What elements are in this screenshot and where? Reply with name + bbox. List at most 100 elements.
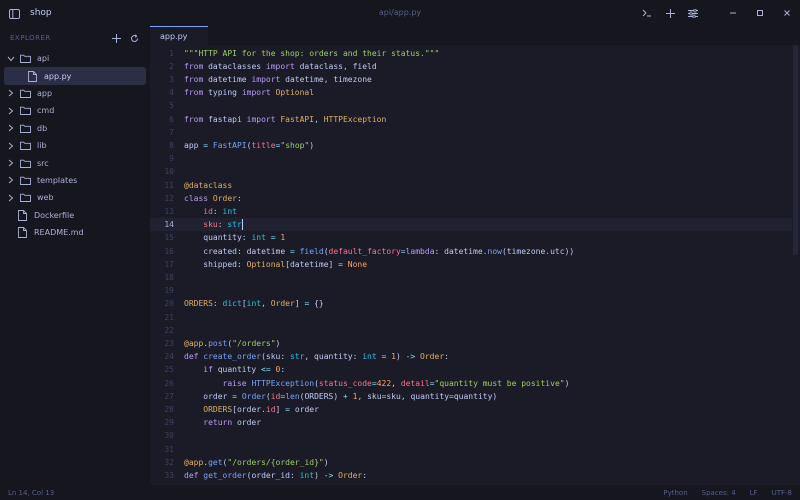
code-line[interactable]: 11 @dataclass bbox=[150, 179, 792, 192]
code-line[interactable]: 13 id: int bbox=[150, 205, 792, 218]
tab-app-py[interactable]: app.py bbox=[150, 26, 208, 45]
code-line[interactable]: 15 quantity: int = 1 bbox=[150, 231, 792, 244]
code-token: int bbox=[246, 299, 262, 309]
code-line[interactable]: 3 from datetime import datetime, timezone bbox=[150, 73, 792, 86]
code-line[interactable]: 32 @app.get("/orders/{order_id}") bbox=[150, 456, 792, 469]
new-item-button[interactable] bbox=[108, 30, 124, 46]
code-line[interactable]: 33 def get_order(order_id: int) -> Order: bbox=[150, 469, 792, 482]
tree-item-app-py[interactable]: app.py bbox=[4, 67, 146, 85]
code-token: FastAPI bbox=[280, 114, 315, 124]
code-text: ORDERS: dict[int, Order] = {} bbox=[184, 297, 324, 310]
code-line[interactable]: 24 def create_order(sku: str, quantity: i… bbox=[150, 350, 792, 363]
code-line[interactable]: 23 @app.post("/orders") bbox=[150, 337, 792, 350]
tree-item-readme-md[interactable]: README.md bbox=[0, 224, 150, 241]
tree-item-lib[interactable]: lib bbox=[0, 137, 150, 154]
file-tree: api app.py app cmd db lib src templates web Docke… bbox=[0, 50, 150, 241]
code-token: import bbox=[265, 61, 300, 71]
new-file-button[interactable] bbox=[659, 2, 681, 24]
tree-item-label: Dockerfile bbox=[34, 210, 75, 220]
code-token: = bbox=[338, 259, 348, 269]
close-button[interactable] bbox=[773, 0, 800, 26]
line-ending[interactable]: LF bbox=[750, 489, 758, 497]
code-text: ORDERS[order.id] = order bbox=[184, 403, 319, 416]
code-token: [order. bbox=[232, 404, 266, 414]
code-line[interactable]: 29 return order bbox=[150, 416, 792, 429]
terminal-button[interactable] bbox=[636, 2, 658, 24]
tree-item-db[interactable]: db bbox=[0, 120, 150, 137]
language-mode[interactable]: Python bbox=[663, 489, 687, 497]
code-line[interactable]: 4 from typing import Optional bbox=[150, 86, 792, 99]
tree-item-src[interactable]: src bbox=[0, 154, 150, 171]
line-number: 8 bbox=[169, 140, 174, 150]
code-line[interactable]: 6 from fastapi import FastAPI, HTTPExcept… bbox=[150, 113, 792, 126]
editor-scrollbar[interactable] bbox=[793, 45, 798, 255]
file-encoding[interactable]: UTF-8 bbox=[772, 489, 792, 497]
code-token: def bbox=[184, 470, 204, 480]
code-token: (ORDERS) bbox=[299, 391, 344, 401]
code-line[interactable]: 5 bbox=[150, 99, 792, 112]
code-line[interactable]: 17 shipped: Optional[datetime] = None bbox=[150, 258, 792, 271]
code-line[interactable]: 8 app = FastAPI(title="shop") bbox=[150, 139, 792, 152]
code-line[interactable]: 27 order = Order(id=len(ORDERS) + 1, sku… bbox=[150, 390, 792, 403]
tree-item-web[interactable]: web bbox=[0, 189, 150, 206]
code-token: = bbox=[203, 140, 213, 150]
code-text: """HTTP API for the shop: orders and the… bbox=[184, 47, 439, 60]
code-line[interactable]: 2 from dataclasses import dataclass, fiel… bbox=[150, 60, 792, 73]
code-line[interactable]: 31 bbox=[150, 443, 792, 456]
code-token: None bbox=[347, 259, 368, 269]
code-token: from bbox=[184, 74, 209, 84]
code-token: HTTPException bbox=[251, 378, 315, 388]
refresh-button[interactable] bbox=[126, 30, 142, 46]
code-text: return order bbox=[184, 416, 261, 429]
code-line[interactable]: 9 bbox=[150, 152, 792, 165]
code-line[interactable]: 22 bbox=[150, 324, 792, 337]
code-token: Order bbox=[338, 470, 363, 480]
line-number: 25 bbox=[164, 365, 174, 375]
code-editor[interactable]: 1 """HTTP API for the shop: orders and th… bbox=[150, 45, 800, 485]
indentation[interactable]: Spaces: 4 bbox=[702, 489, 736, 497]
code-token: "quantity must be positive" bbox=[434, 378, 565, 388]
code-token: sku, quantity bbox=[386, 391, 450, 401]
file-icon bbox=[26, 70, 38, 82]
code-line[interactable]: 18 bbox=[150, 271, 792, 284]
code-line[interactable]: 26 raise HTTPException(status_code=422, … bbox=[150, 377, 792, 390]
tree-item-cmd[interactable]: cmd bbox=[0, 102, 150, 119]
code-token: quantity bbox=[217, 365, 262, 375]
code-line[interactable]: 25 if quantity <= 0: bbox=[150, 363, 792, 376]
maximize-button[interactable] bbox=[746, 0, 773, 26]
tree-item-app[interactable]: app bbox=[0, 85, 150, 102]
code-line[interactable]: 12 class Order: bbox=[150, 192, 792, 205]
code-token: fastapi bbox=[208, 114, 247, 124]
code-line[interactable]: 19 bbox=[150, 284, 792, 297]
code-line[interactable]: 30 bbox=[150, 429, 792, 442]
code-token: detail bbox=[400, 378, 430, 388]
line-number: 30 bbox=[164, 431, 174, 441]
code-token: : bbox=[280, 365, 286, 375]
status-bar: Ln 14, Col 13 Python Spaces: 4 LF UTF-8 bbox=[0, 485, 800, 500]
code-line[interactable]: 14 sku: str bbox=[150, 218, 792, 232]
tree-item-dockerfile[interactable]: Dockerfile bbox=[0, 207, 150, 224]
tree-item-templates[interactable]: templates bbox=[0, 172, 150, 189]
line-number: 6 bbox=[169, 114, 174, 124]
code-token: ORDERS bbox=[184, 299, 213, 309]
code-line[interactable]: 7 bbox=[150, 126, 792, 139]
cursor-position[interactable]: Ln 14, Col 13 bbox=[0, 489, 649, 497]
code-line[interactable]: 21 bbox=[150, 311, 792, 324]
code-line[interactable]: 16 created: datetime = field(default_fac… bbox=[150, 245, 792, 258]
minimize-button[interactable] bbox=[719, 0, 746, 26]
code-token: = bbox=[304, 299, 315, 309]
code-text: if quantity <= 0: bbox=[184, 363, 285, 376]
code-token: , quantity: bbox=[304, 352, 363, 362]
file-icon bbox=[16, 227, 28, 239]
folder-icon bbox=[19, 192, 31, 204]
code-token: , bbox=[391, 378, 401, 388]
code-line[interactable]: 1 """HTTP API for the shop: orders and th… bbox=[150, 47, 792, 60]
tree-item-api[interactable]: api bbox=[0, 50, 150, 67]
toggle-sidebar-icon[interactable] bbox=[9, 4, 20, 23]
code-line[interactable]: 20 ORDERS: dict[int, Order] = {} bbox=[150, 297, 792, 310]
code-line[interactable]: 10 bbox=[150, 165, 792, 178]
code-token: if bbox=[203, 365, 218, 375]
code-token: status_code bbox=[318, 378, 372, 388]
settings-button[interactable] bbox=[682, 2, 704, 24]
code-line[interactable]: 28 ORDERS[order.id] = order bbox=[150, 403, 792, 416]
